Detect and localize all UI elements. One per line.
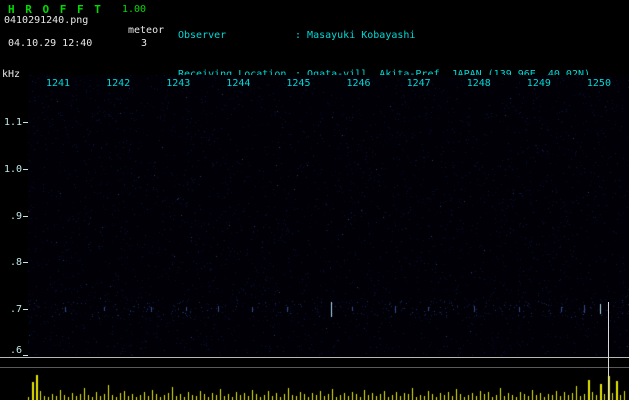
time-tick-label: 1246 — [346, 78, 371, 89]
info-row-observer: Observer: Masayuki Kobayashi — [178, 29, 590, 42]
freq-tick-mark — [23, 262, 28, 264]
freq-tick-label: 1.1 — [3, 116, 22, 128]
time-tick-label: 1241 — [46, 78, 71, 89]
time-tick-label: 1242 — [106, 78, 131, 89]
time-tick-label: 1245 — [286, 78, 311, 89]
time-tick-label: 1243 — [166, 78, 191, 89]
time-tick-label: 1247 — [406, 78, 431, 89]
info-label-observer: Observer — [178, 30, 227, 41]
info-colon: : — [295, 30, 308, 41]
app-version: 1.00 — [122, 4, 147, 15]
meteor-count: 3 — [141, 38, 148, 49]
info-value-observer: Masayuki Kobayashi — [307, 30, 416, 41]
mode-label: meteor — [128, 25, 165, 36]
freq-tick-label: .8 — [9, 257, 22, 269]
y-axis-unit-label: kHz — [2, 69, 21, 80]
output-filename: 0410291240.png — [4, 15, 89, 26]
time-tick-label: 1244 — [226, 78, 251, 89]
datetime-label: 04.10.29 12:40 — [8, 38, 93, 49]
spectrogram-canvas — [28, 75, 629, 356]
time-tick-label: 1248 — [466, 78, 491, 89]
time-tick-label: 1249 — [526, 78, 551, 89]
hrofft-screen: H R O F F T 1.00 0410291240.png meteor 0… — [0, 0, 629, 400]
freq-tick-mark — [23, 215, 28, 217]
freq-tick-mark — [23, 355, 28, 356]
freq-tick-label: .7 — [9, 304, 22, 316]
time-tick-label: 1250 — [586, 78, 611, 89]
end-marker-line — [608, 302, 609, 400]
freq-tick-label: .9 — [9, 210, 22, 222]
freq-tick-mark — [23, 168, 28, 170]
signal-strip-canvas — [0, 358, 629, 400]
freq-tick-label: .6 — [9, 345, 22, 356]
freq-tick-mark — [23, 309, 28, 311]
freq-tick-label: 1.0 — [3, 163, 22, 175]
freq-tick-mark — [23, 121, 28, 123]
